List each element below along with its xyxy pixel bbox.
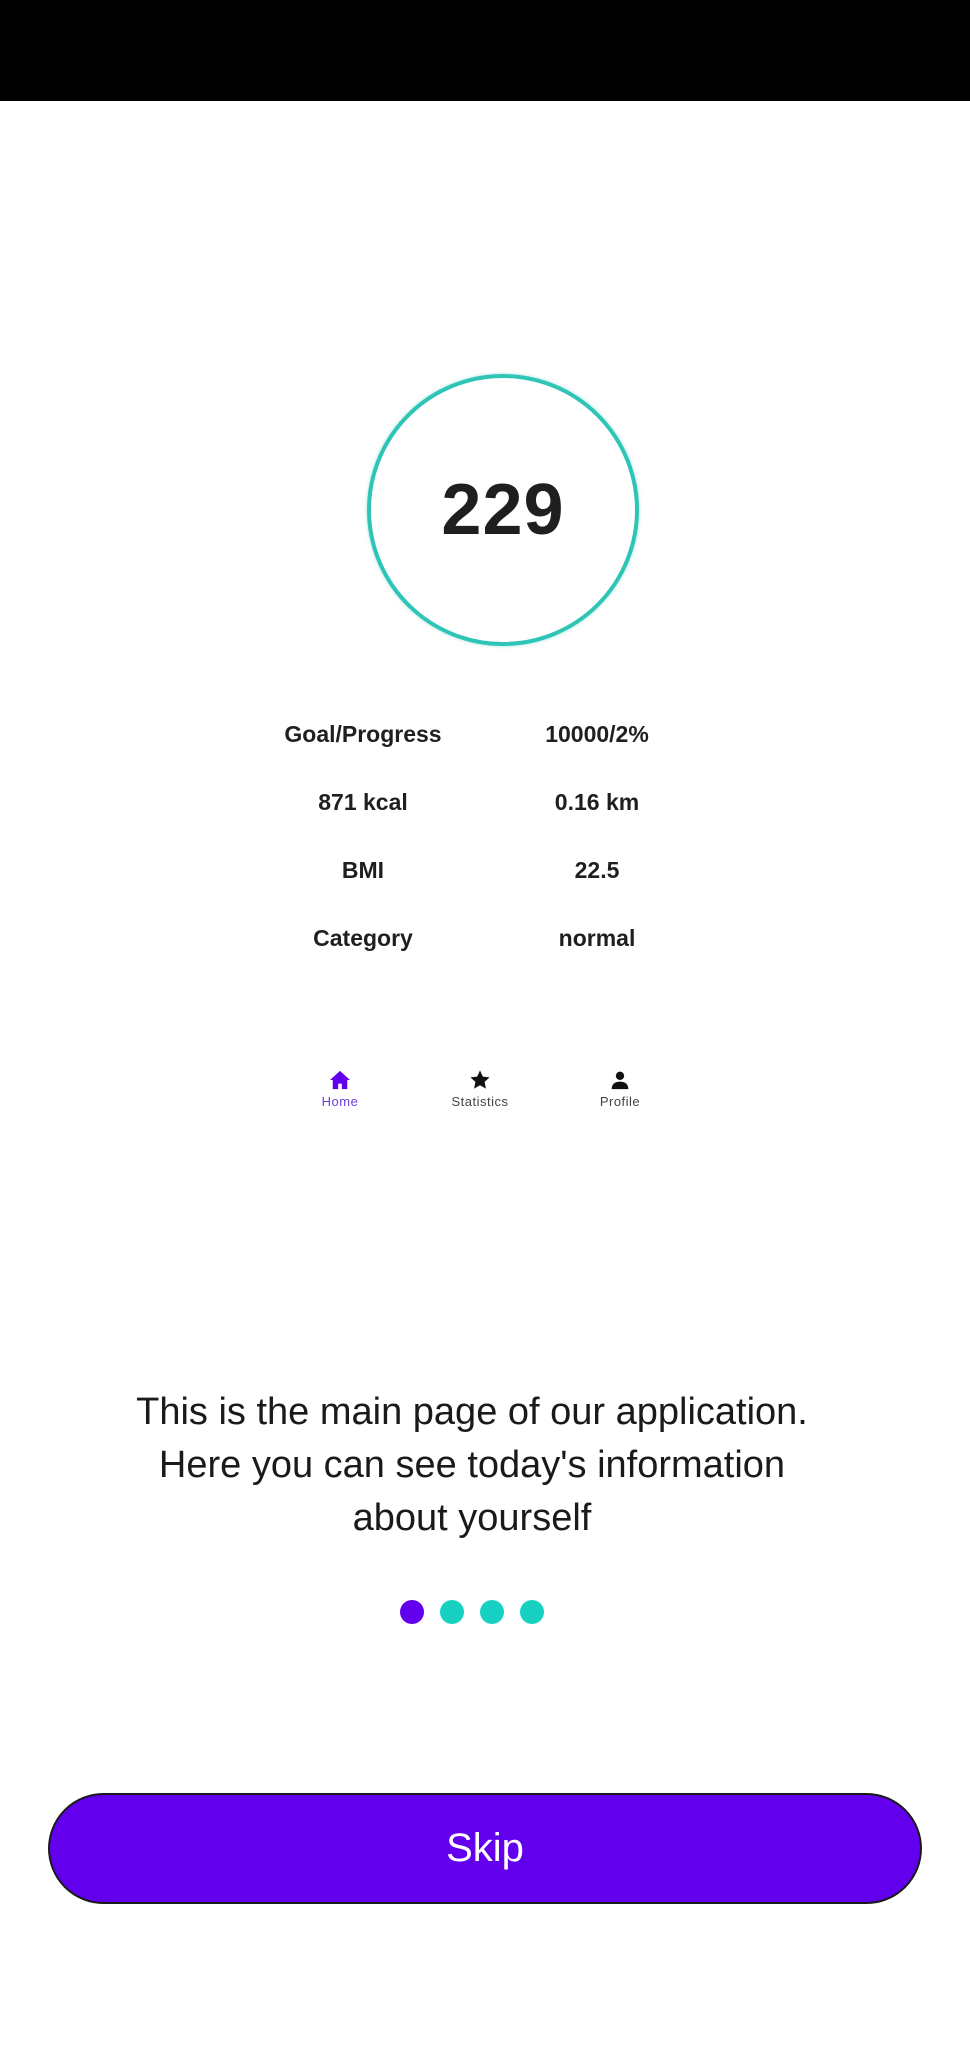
onboarding-description: This is the main page of our application… [136, 1391, 808, 1539]
goal-progress-label: Goal/Progress [284, 720, 442, 747]
nav-item-profile[interactable]: Profile [550, 1068, 690, 1116]
nav-label-statistics: Statistics [451, 1094, 509, 1109]
steps-count: 229 [441, 470, 565, 550]
goal-progress-value: 10000/2% [545, 720, 649, 747]
star-icon [469, 1068, 491, 1092]
steps-progress-ring: 229 [367, 374, 639, 646]
bmi-label: BMI [341, 856, 385, 883]
calories-value: 871 kcal [318, 788, 408, 815]
home-icon [329, 1068, 351, 1092]
page-dot-1[interactable] [400, 1600, 424, 1624]
category-value: normal [558, 924, 636, 951]
status-bar [0, 0, 970, 101]
page-dot-3[interactable] [480, 1600, 504, 1624]
page-indicator [0, 1600, 944, 1624]
person-icon [610, 1068, 630, 1092]
stat-row-calories-distance: 871 kcal 0.16 km [270, 768, 690, 836]
nav-label-home: Home [321, 1094, 359, 1109]
stat-row-bmi: BMI 22.5 [270, 836, 690, 904]
stats-table: Goal/Progress 10000/2% 871 kcal 0.16 km … [270, 700, 690, 972]
nav-label-profile: Profile [599, 1094, 641, 1109]
stat-row-goal-progress: Goal/Progress 10000/2% [270, 700, 690, 768]
page-dot-2[interactable] [440, 1600, 464, 1624]
nav-item-statistics[interactable]: Statistics [410, 1068, 550, 1116]
category-label: Category [313, 924, 413, 951]
distance-value: 0.16 km [554, 788, 640, 815]
skip-button[interactable]: Skip [48, 1793, 922, 1904]
bottom-navigation: Home Statistics Profile [270, 1068, 690, 1116]
nav-item-home[interactable]: Home [270, 1068, 410, 1116]
bmi-value: 22.5 [574, 856, 620, 883]
page-dot-4[interactable] [520, 1600, 544, 1624]
stat-row-category: Category normal [270, 904, 690, 972]
